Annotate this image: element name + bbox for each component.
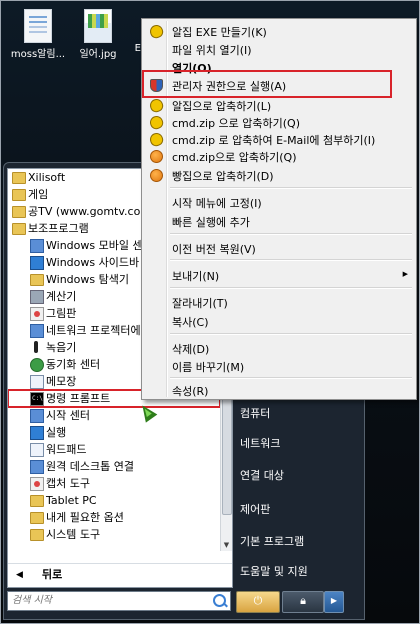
sidebar-icon [30,256,44,270]
ctx-item-compress-cmd-zip[interactable]: cmd.zip 으로 압축하기(Q) [172,115,300,131]
ctx-item-rename[interactable]: 이름 바꾸기(M) [172,359,244,375]
paint-icon [30,307,44,321]
power-icon: ⏻ [253,594,263,607]
ctx-item-send-to[interactable]: 보내기(N) [172,268,219,284]
alzip-icon [148,131,165,148]
welcome-center-icon [30,409,44,423]
snipping-tool-icon [30,477,44,491]
ctx-item-copy[interactable]: 복사(C) [172,314,209,330]
network-projector-icon [30,324,44,338]
back-arrow-icon: ◀ [16,570,23,580]
ctx-item-properties[interactable]: 속성(R) [172,383,208,399]
start-search-box[interactable] [7,591,231,611]
ctx-item-alzip-exe[interactable]: 알집 EXE 만들기(K) [172,24,267,40]
submenu-arrow-icon: ▶ [402,270,408,278]
power-button[interactable]: ⏻ [236,591,280,613]
menu-separator [170,377,412,379]
menu-separator [170,333,412,335]
folder-icon [12,223,26,235]
explorer-icon [30,274,44,286]
ctx-item-pin-to-start[interactable]: 시작 메뉴에 고정(I) [172,195,262,211]
ctx-item-cut[interactable]: 잘라내기(T) [172,295,228,311]
shutdown-options-button[interactable]: ▶ [324,591,344,613]
right-pane-item-connect-to[interactable]: 연결 대상 [240,467,284,483]
search-icon[interactable] [213,594,226,607]
alzip-icon [148,97,165,114]
command-prompt-icon [30,390,44,407]
folder-icon [12,172,26,184]
mobility-center-icon [30,239,44,253]
folder-icon [30,495,44,507]
remote-desktop-icon [30,460,44,474]
program-item-tablet-pc[interactable]: Tablet PC [8,492,220,509]
folder-icon [12,189,26,201]
right-pane-item-help-and-support[interactable]: 도움말 및 지원 [240,563,308,579]
alzip-icon [148,23,165,40]
chevron-right-icon: ▶ [330,596,338,605]
program-item-welcome-center[interactable]: 시작 센터 [8,407,220,424]
lock-icon: 🔒︎ [300,594,306,607]
run-as-admin-highlight-box [142,70,392,98]
notepad-icon [30,375,44,389]
program-item-remote-desktop[interactable]: 원격 데스크톱 연결 [8,458,220,475]
folder-icon [12,206,26,218]
ctx-item-add-to-quick-launch[interactable]: 빠른 실행에 추가 [172,214,250,230]
sync-center-icon [30,358,44,372]
desktop-icon-partial[interactable]: E [101,9,141,54]
ctx-item-compress-cmd-zip-bandizip[interactable]: cmd.zip으로 압축하기(Q) [172,149,297,165]
folder-icon [30,512,44,524]
program-item-snipping-tool[interactable]: 캡처 도구 [8,475,220,492]
menu-separator [170,233,412,235]
alzip-icon [148,114,165,131]
start-search-input[interactable] [8,592,206,608]
bandizip-icon [150,150,163,163]
program-item-run[interactable]: 실행 [8,424,220,441]
sound-recorder-icon [34,341,38,353]
bandizip-icon [150,169,163,182]
right-pane-item-default-programs[interactable]: 기본 프로그램 [240,533,304,549]
back-button[interactable]: ◀ 뒤로 [8,563,232,586]
right-pane-item-control-panel[interactable]: 제어판 [240,501,270,517]
menu-separator [170,259,412,261]
menu-separator [170,187,412,189]
calculator-icon [30,290,44,304]
run-icon [30,426,44,440]
ctx-item-restore-previous[interactable]: 이전 버전 복원(V) [172,241,256,257]
program-item-ease-of-access[interactable]: 내게 필요한 옵션 [8,509,220,526]
right-pane-item-computer[interactable]: 컴퓨터 [240,405,270,421]
ctx-item-compress-email[interactable]: cmd.zip 로 압축하여 E-Mail에 첨부하기(I) [172,132,375,148]
right-pane-item-network[interactable]: 네트워크 [240,435,280,451]
folder-icon [30,529,44,541]
lock-button[interactable]: 🔒︎ [282,591,324,613]
scroll-down-arrow-icon[interactable]: ▼ [221,539,232,551]
program-item-system-tools[interactable]: 시스템 도구 [8,526,220,543]
ctx-item-compress-alzip[interactable]: 알집으로 압축하기(L) [172,98,271,114]
ctx-item-compress-bandizip[interactable]: 빵집으로 압축하기(D) [172,168,274,184]
ctx-item-delete[interactable]: 삭제(D) [172,341,209,357]
ctx-item-open-file-location[interactable]: 파일 위치 열기(I) [172,42,252,58]
desktop-icon-label: E [134,43,141,54]
document-file-icon [24,9,52,43]
menu-separator [170,287,412,289]
wordpad-icon [30,443,44,457]
program-item-wordpad[interactable]: 워드패드 [8,441,220,458]
